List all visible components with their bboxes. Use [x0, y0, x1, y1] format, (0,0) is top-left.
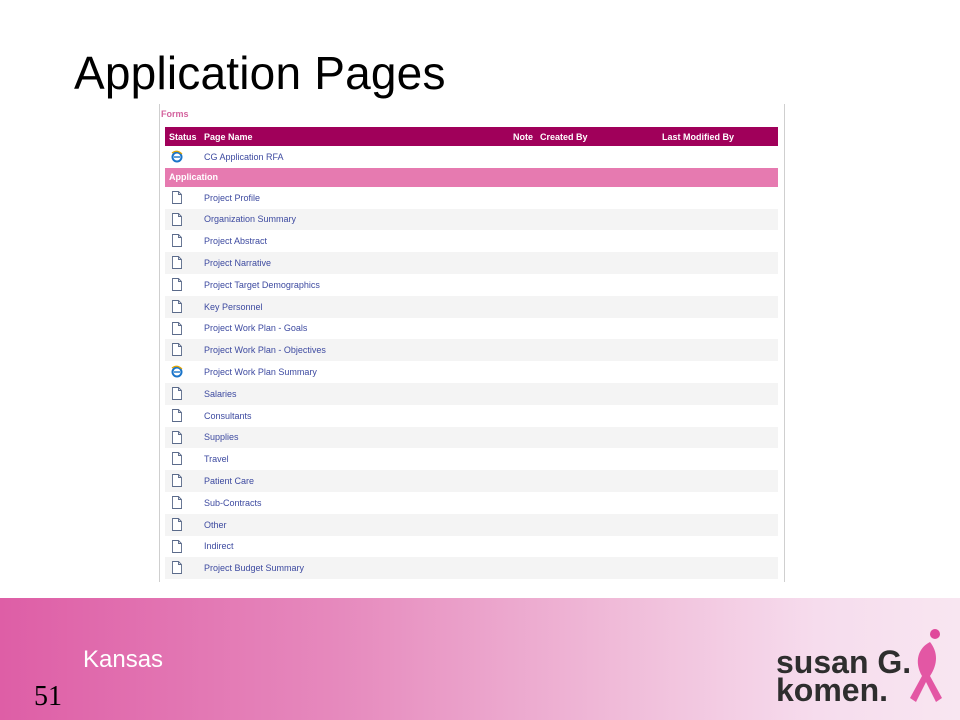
page-name-link[interactable]: Project Work Plan - Goals: [204, 323, 307, 333]
komen-logo: susan G. komen.: [776, 628, 948, 708]
table-row[interactable]: Project Abstract: [165, 230, 778, 252]
header-created-by[interactable]: Created By: [540, 132, 588, 142]
page-icon: [172, 474, 182, 488]
page-name-link[interactable]: Salaries: [204, 389, 237, 399]
page-icon: [172, 539, 182, 553]
table-row[interactable]: Supplies: [165, 426, 778, 449]
ie-icon: [171, 365, 183, 378]
header-page-name[interactable]: Page Name: [204, 132, 253, 142]
page-icon: [172, 190, 182, 204]
slide-number: 51: [34, 681, 62, 712]
slide-title: Application Pages: [74, 47, 446, 99]
page-name-link[interactable]: Organization Summary: [204, 214, 296, 224]
header-last-modified-by[interactable]: Last Modified By: [662, 132, 734, 142]
page-icon: [172, 299, 182, 313]
forms-screenshot: Forms Status Page Name Note Created By L…: [159, 104, 785, 582]
forms-label: Forms: [161, 109, 189, 119]
logo-line-2: komen.: [776, 672, 889, 708]
table-row[interactable]: Organization Summary: [165, 208, 778, 231]
page-name-link[interactable]: Project Work Plan Summary: [204, 367, 317, 377]
page-icon: [172, 517, 182, 531]
table-row[interactable]: Project Work Plan Summary: [165, 361, 778, 383]
table-row[interactable]: Project Target Demographics: [165, 274, 778, 296]
slide-footer: Kansas 51 susan G. komen.: [0, 598, 960, 720]
pages-table: Status Page Name Note Created By Last Mo…: [165, 127, 778, 580]
table-row[interactable]: Project Narrative: [165, 252, 778, 274]
top-rows: CG Application RFA: [165, 146, 778, 168]
page-icon: [172, 256, 182, 270]
section-application: Application: [165, 167, 778, 187]
page-icon: [172, 430, 182, 444]
table-row[interactable]: Sub-Contracts: [165, 492, 778, 514]
page-icon: [172, 452, 182, 466]
page-name-link[interactable]: Supplies: [204, 432, 239, 442]
page-icon: [172, 561, 182, 575]
page-name-link[interactable]: Project Profile: [204, 193, 260, 203]
page-name-link[interactable]: Project Work Plan - Objectives: [204, 345, 326, 355]
page-icon: [172, 408, 182, 422]
page-icon: [172, 321, 182, 335]
ie-icon: [171, 150, 183, 163]
pink-ribbon-icon: [910, 629, 942, 702]
table-row[interactable]: Other: [165, 513, 778, 536]
page-icon: [172, 496, 182, 509]
table-row[interactable]: CG Application RFA: [165, 146, 778, 168]
table-header: Status Page Name Note Created By Last Mo…: [165, 127, 778, 146]
table-row[interactable]: Project Work Plan - Objectives: [165, 339, 778, 362]
page-name-link[interactable]: CG Application RFA: [204, 152, 284, 162]
page-icon: [172, 234, 182, 248]
table-row[interactable]: Project Budget Summary: [165, 557, 778, 580]
table-row[interactable]: Travel: [165, 448, 778, 470]
table-row[interactable]: Patient Care: [165, 470, 778, 492]
page-name-link[interactable]: Project Narrative: [204, 258, 271, 268]
page-icon: [172, 278, 182, 291]
page-name-link[interactable]: Indirect: [204, 541, 234, 551]
page-icon: [172, 343, 182, 357]
application-rows: Project Profile Organization Summary Proje…: [165, 187, 778, 580]
page-name-link[interactable]: Project Budget Summary: [204, 563, 304, 573]
table-row[interactable]: Project Work Plan - Goals: [165, 318, 778, 340]
page-name-link[interactable]: Patient Care: [204, 476, 254, 486]
header-note[interactable]: Note: [513, 132, 533, 142]
page-name-link[interactable]: Project Target Demographics: [204, 280, 320, 290]
table-row[interactable]: Indirect: [165, 536, 778, 558]
region-label: Kansas: [83, 646, 164, 673]
table-row[interactable]: Key Personnel: [165, 295, 778, 318]
table-row[interactable]: Project Profile: [165, 187, 778, 209]
page-icon: [172, 212, 182, 226]
table-row[interactable]: Consultants: [165, 405, 778, 427]
page-name-link[interactable]: Other: [204, 520, 227, 530]
page-name-link[interactable]: Sub-Contracts: [204, 498, 262, 508]
page-name-link[interactable]: Travel: [204, 454, 229, 464]
page-icon: [172, 387, 182, 400]
page-name-link[interactable]: Consultants: [204, 411, 252, 421]
page-name-link[interactable]: Key Personnel: [204, 302, 263, 312]
page-name-link[interactable]: Project Abstract: [204, 236, 267, 246]
table-row[interactable]: Salaries: [165, 382, 778, 405]
header-status[interactable]: Status: [169, 132, 197, 142]
